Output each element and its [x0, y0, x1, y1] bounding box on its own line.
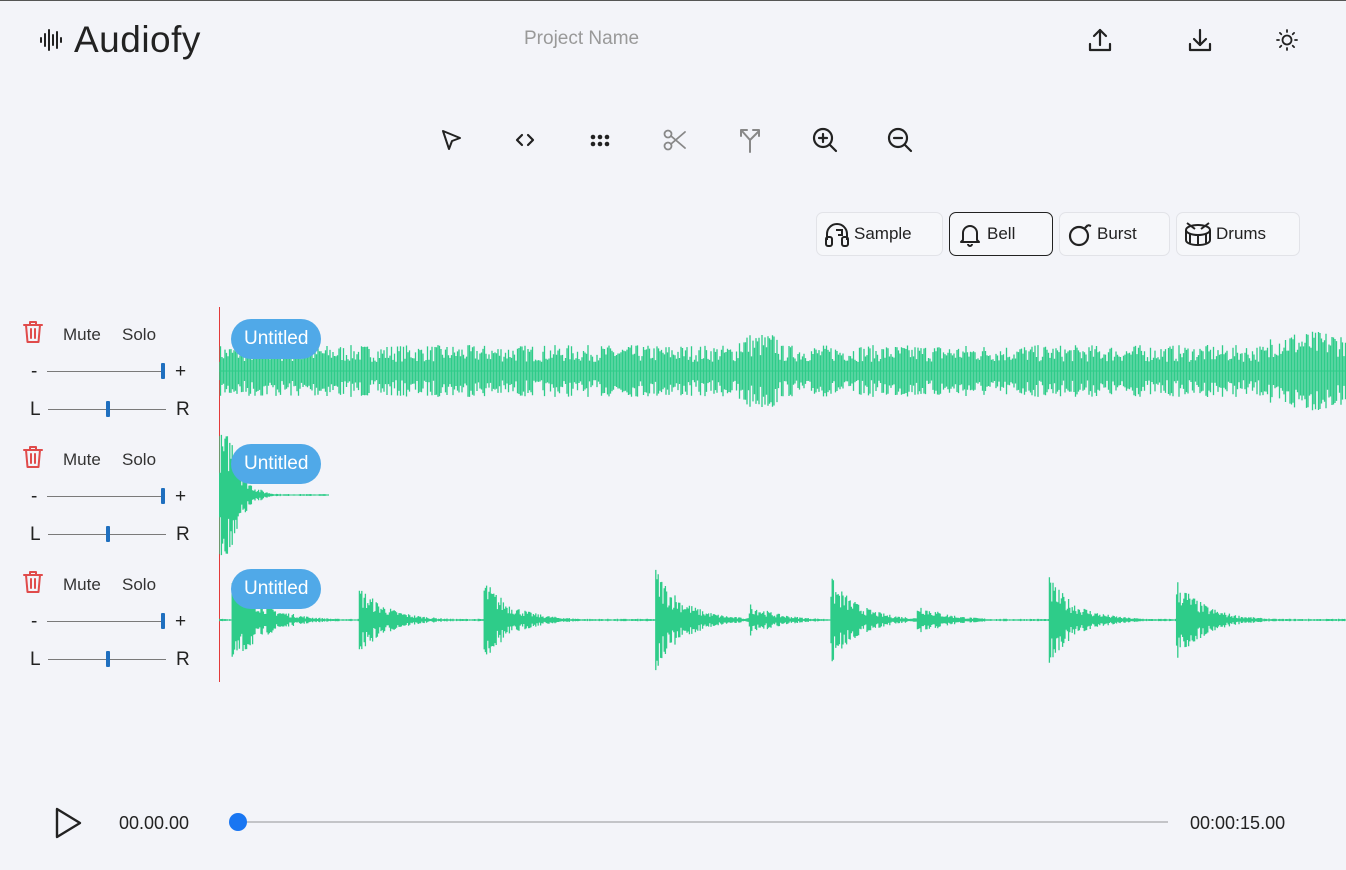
dots-grid-icon: [590, 134, 610, 147]
volume-slider[interactable]: [47, 496, 165, 497]
volume-slider-handle[interactable]: [161, 363, 165, 379]
clip-label[interactable]: Untitled: [231, 444, 322, 484]
burst-label: Burst: [1097, 224, 1137, 243]
sample-label: Sample: [854, 224, 912, 243]
volume-plus-label: +: [175, 361, 187, 382]
burst-button[interactable]: Burst: [1059, 212, 1170, 256]
volume-slider-handle[interactable]: [161, 613, 165, 629]
volume-slider-handle[interactable]: [161, 488, 165, 504]
bell-label: Bell: [987, 224, 1016, 243]
pan-left-label: L: [30, 399, 41, 420]
zoom-in-button[interactable]: [808, 123, 842, 157]
drums-label: Drums: [1216, 224, 1267, 243]
play-icon: [55, 807, 82, 839]
select-tool-button[interactable]: [434, 123, 468, 157]
track-3-waveform[interactable]: [219, 561, 1346, 679]
trash-icon: [23, 321, 43, 343]
pan-right-label: R: [176, 649, 190, 670]
trash-icon: [23, 446, 43, 468]
clip-label[interactable]: Untitled: [231, 319, 322, 359]
app-logo: Audiofy: [38, 19, 201, 61]
zoom-in-icon: [812, 127, 838, 153]
mute-button[interactable]: Mute: [63, 450, 101, 470]
track-1-waveform[interactable]: [219, 327, 1346, 415]
code-tool-button[interactable]: [508, 123, 542, 157]
volume-slider[interactable]: [47, 621, 165, 622]
volume-minus-label: -: [31, 361, 38, 382]
pan-slider-handle[interactable]: [106, 651, 110, 667]
theme-toggle-button[interactable]: [1270, 23, 1304, 57]
download-button[interactable]: [1183, 23, 1217, 57]
sun-icon: [1276, 29, 1298, 51]
upload-icon: [1088, 28, 1112, 52]
pan-left-label: L: [30, 524, 41, 545]
app-title: Audiofy: [74, 19, 201, 60]
delete-track-button[interactable]: [21, 319, 45, 345]
trash-icon: [23, 571, 43, 593]
track-2-waveform[interactable]: [219, 431, 1346, 559]
headphones-icon: [825, 223, 849, 247]
pan-left-label: L: [30, 649, 41, 670]
bell-icon: [960, 225, 980, 247]
mute-button[interactable]: Mute: [63, 325, 101, 345]
pan-slider-handle[interactable]: [106, 401, 110, 417]
split-arrows-icon: [740, 129, 760, 153]
solo-button[interactable]: Solo: [122, 575, 156, 595]
zoom-out-icon: [887, 127, 913, 153]
drum-icon: [1185, 222, 1211, 247]
scissors-icon: [663, 129, 686, 151]
pan-slider-handle[interactable]: [106, 526, 110, 542]
code-icon: [515, 133, 535, 147]
solo-button[interactable]: Solo: [122, 450, 156, 470]
download-icon: [1188, 28, 1212, 52]
volume-plus-label: +: [175, 486, 187, 507]
play-button[interactable]: [52, 806, 84, 840]
project-name-input[interactable]: Project Name: [524, 28, 639, 50]
current-time: 00.00.00: [119, 813, 190, 833]
drums-button[interactable]: Drums: [1176, 212, 1300, 256]
clip-label[interactable]: Untitled: [231, 569, 322, 609]
volume-plus-label: +: [175, 611, 187, 632]
volume-slider[interactable]: [47, 371, 165, 372]
solo-button[interactable]: Solo: [122, 325, 156, 345]
upload-button[interactable]: [1083, 23, 1117, 57]
volume-minus-label: -: [31, 611, 38, 632]
grid-tool-button[interactable]: [583, 123, 617, 157]
progress-handle[interactable]: [229, 813, 247, 831]
volume-minus-label: -: [31, 486, 38, 507]
total-time: 00:00:15.00: [1190, 813, 1286, 833]
pointer-icon: [442, 130, 461, 150]
progress-track[interactable]: [237, 821, 1168, 823]
waveform-logo-icon: [40, 29, 62, 51]
bomb-icon: [1068, 223, 1092, 247]
mute-button[interactable]: Mute: [63, 575, 101, 595]
delete-track-button[interactable]: [21, 444, 45, 470]
pan-right-label: R: [176, 399, 190, 420]
sample-button[interactable]: Sample: [816, 212, 943, 256]
zoom-out-button[interactable]: [883, 123, 917, 157]
split-tool-button[interactable]: [733, 123, 767, 157]
cut-tool-button[interactable]: [658, 123, 692, 157]
pan-right-label: R: [176, 524, 190, 545]
bell-button[interactable]: Bell: [949, 212, 1053, 256]
delete-track-button[interactable]: [21, 569, 45, 595]
